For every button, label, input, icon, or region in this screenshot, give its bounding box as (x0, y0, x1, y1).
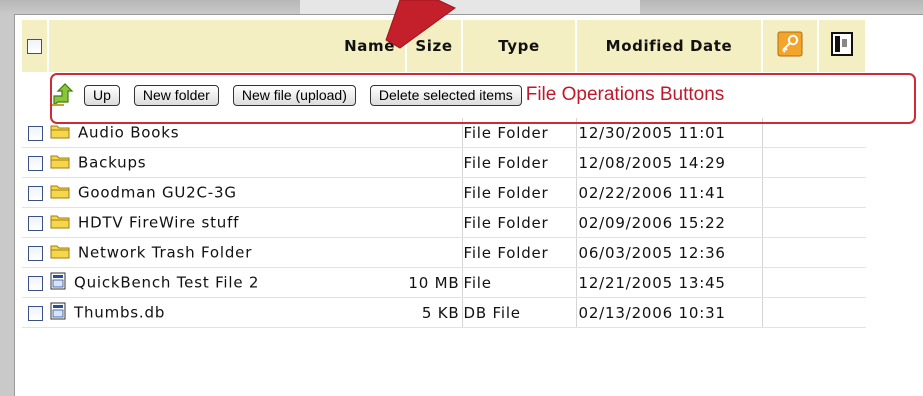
callout-arrow (385, 0, 456, 49)
file-modified: 12/08/2005 14:29 (576, 147, 763, 178)
file-name[interactable]: Network Trash Folder (78, 243, 252, 261)
properties-icon (831, 32, 853, 56)
row-spacer (762, 207, 866, 238)
table-row[interactable]: HDTV FireWire stuff File Folder 02/09/2006… (22, 207, 866, 238)
properties-button[interactable] (818, 20, 867, 72)
file-modified: 06/03/2005 12:36 (576, 237, 763, 268)
file-type: File Folder (462, 147, 577, 178)
select-all-cell (22, 20, 49, 72)
row-checkbox[interactable] (27, 275, 43, 291)
row-checkbox[interactable] (27, 245, 43, 261)
screen-frame-notch (300, 0, 640, 14)
file-type: File Folder (462, 237, 577, 268)
row-checkbox-cell (22, 267, 48, 298)
file-name-cell[interactable]: Network Trash Folder (48, 237, 406, 268)
file-name[interactable]: Thumbs.db (74, 303, 165, 321)
file-name[interactable]: Goodman GU2C-3G (78, 183, 237, 201)
file-modified: 12/21/2005 13:45 (576, 267, 763, 298)
file-name[interactable]: QuickBench Test File 2 (74, 273, 259, 291)
file-icon (50, 272, 66, 294)
row-spacer (762, 177, 866, 208)
row-checkbox-cell (22, 237, 48, 268)
file-size: 5 KB (406, 297, 463, 328)
file-size: 10 MB (406, 267, 463, 298)
row-checkbox-cell (22, 118, 48, 148)
file-modified: 02/22/2006 11:41 (576, 177, 763, 208)
folder-icon (50, 153, 70, 173)
column-header-modified[interactable]: Modified Date (576, 20, 763, 72)
file-modified: 02/13/2006 10:31 (576, 297, 763, 328)
table-row[interactable]: Thumbs.db 5 KB DB File 02/13/2006 10:31 (22, 297, 866, 328)
row-checkbox-cell (22, 147, 48, 178)
file-name-cell[interactable]: QuickBench Test File 2 (48, 267, 406, 298)
file-type: DB File (462, 297, 577, 328)
row-checkbox[interactable] (27, 215, 43, 231)
permissions-key-icon (777, 31, 803, 57)
row-spacer (762, 297, 866, 328)
file-table: Name Size Type Modified Date Up New fold… (22, 20, 867, 328)
folder-icon (50, 123, 70, 143)
row-spacer (762, 147, 866, 178)
file-type: File (462, 267, 577, 298)
file-name[interactable]: HDTV FireWire stuff (78, 213, 239, 231)
column-header-modified-label: Modified Date (605, 37, 733, 55)
column-header-type[interactable]: Type (462, 20, 577, 72)
row-spacer (762, 237, 866, 268)
table-row[interactable]: Goodman GU2C-3G File Folder 02/22/2006 11:… (22, 177, 866, 208)
file-size (406, 177, 463, 208)
file-name[interactable]: Backups (78, 153, 146, 171)
file-name-cell[interactable]: Backups (48, 147, 406, 178)
row-checkbox[interactable] (27, 125, 43, 141)
file-type: File Folder (462, 177, 577, 208)
table-row[interactable]: Backups File Folder 12/08/2005 14:29 (22, 147, 866, 178)
folder-icon (50, 243, 70, 263)
file-icon (50, 302, 66, 324)
toolbar-spacer (22, 72, 48, 118)
column-header-name[interactable]: Name (48, 20, 407, 72)
row-checkbox[interactable] (27, 185, 43, 201)
file-name-cell[interactable]: HDTV FireWire stuff (48, 207, 406, 238)
row-checkbox[interactable] (27, 155, 43, 171)
row-spacer (762, 267, 866, 298)
permissions-key-button[interactable] (762, 20, 819, 72)
row-checkbox-cell (22, 177, 48, 208)
table-row[interactable]: Network Trash Folder File Folder 06/03/200… (22, 237, 866, 268)
select-all-checkbox[interactable] (27, 39, 42, 54)
file-size (406, 207, 463, 238)
file-size (406, 237, 463, 268)
column-header-type-label: Type (498, 37, 540, 55)
file-size (406, 147, 463, 178)
screen-frame-left (0, 14, 14, 396)
file-operations-callout-box (50, 73, 916, 124)
folder-icon (50, 213, 70, 233)
row-checkbox-cell (22, 297, 48, 328)
file-name-cell[interactable]: Thumbs.db (48, 297, 406, 328)
folder-icon (50, 183, 70, 203)
table-row[interactable]: QuickBench Test File 2 10 MB File 12/21/200… (22, 267, 866, 298)
file-modified: 02/09/2006 15:22 (576, 207, 763, 238)
file-type: File Folder (462, 207, 577, 238)
row-checkbox[interactable] (27, 305, 43, 321)
row-checkbox-cell (22, 207, 48, 238)
file-name-cell[interactable]: Goodman GU2C-3G (48, 177, 406, 208)
file-name[interactable]: Audio Books (78, 123, 179, 141)
